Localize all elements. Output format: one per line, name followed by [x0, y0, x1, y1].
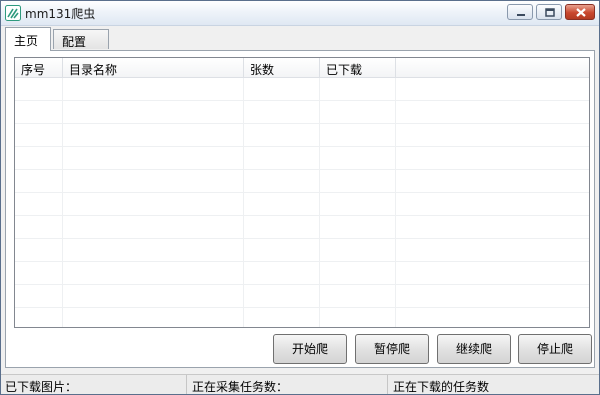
grid-line — [15, 123, 589, 124]
resume-crawl-button[interactable]: 继续爬 — [437, 334, 511, 364]
tab-config[interactable]: 配置 — [53, 29, 109, 49]
tab-main[interactable]: 主页 — [5, 27, 51, 51]
minimize-icon — [517, 14, 525, 16]
grid-line — [15, 192, 589, 193]
grid-line — [395, 78, 396, 327]
task-list[interactable]: 序号 目录名称 张数 已下载 — [14, 57, 590, 328]
column-header-downloaded[interactable]: 已下载 — [320, 58, 396, 78]
close-icon — [576, 8, 586, 17]
list-body — [15, 78, 589, 327]
status-bar: 已下载图片： 正在采集任务数： 正在下载的任务数 — [1, 374, 599, 394]
close-button[interactable] — [565, 4, 595, 20]
grid-line — [15, 100, 589, 101]
grid-line — [15, 215, 589, 216]
status-downloaded-images: 已下载图片： — [1, 375, 187, 394]
app-window: mm131爬虫 主页 配置 序号 目录名称 张数 已下载 开始爬 暂停爬 继续爬… — [0, 0, 600, 395]
stop-crawl-button[interactable]: 停止爬 — [518, 334, 592, 364]
start-crawl-button[interactable]: 开始爬 — [273, 334, 347, 364]
maximize-icon — [545, 8, 555, 17]
column-header-filler — [396, 58, 589, 78]
column-header-index[interactable]: 序号 — [15, 58, 63, 78]
grid-line — [62, 78, 63, 327]
minimize-button[interactable] — [507, 4, 533, 20]
status-collecting-tasks: 正在采集任务数： — [188, 375, 388, 394]
list-header: 序号 目录名称 张数 已下载 — [15, 58, 589, 78]
grid-line — [15, 238, 589, 239]
maximize-button[interactable] — [536, 4, 562, 20]
window-title: mm131爬虫 — [25, 7, 96, 21]
grid-line — [15, 261, 589, 262]
grid-line — [243, 78, 244, 327]
status-downloading-tasks: 正在下载的任务数 — [393, 380, 490, 394]
grid-line — [319, 78, 320, 327]
title-bar[interactable]: mm131爬虫 — [1, 1, 599, 26]
app-logo-icon — [5, 5, 21, 21]
grid-line — [15, 284, 589, 285]
grid-line — [15, 169, 589, 170]
grid-line — [15, 307, 589, 308]
grid-line — [15, 146, 589, 147]
column-header-directory-name[interactable]: 目录名称 — [63, 58, 244, 78]
tab-panel-main: 序号 目录名称 张数 已下载 开始爬 暂停爬 继续爬 停止爬 — [5, 50, 595, 368]
pause-crawl-button[interactable]: 暂停爬 — [355, 334, 429, 364]
column-header-count[interactable]: 张数 — [244, 58, 320, 78]
